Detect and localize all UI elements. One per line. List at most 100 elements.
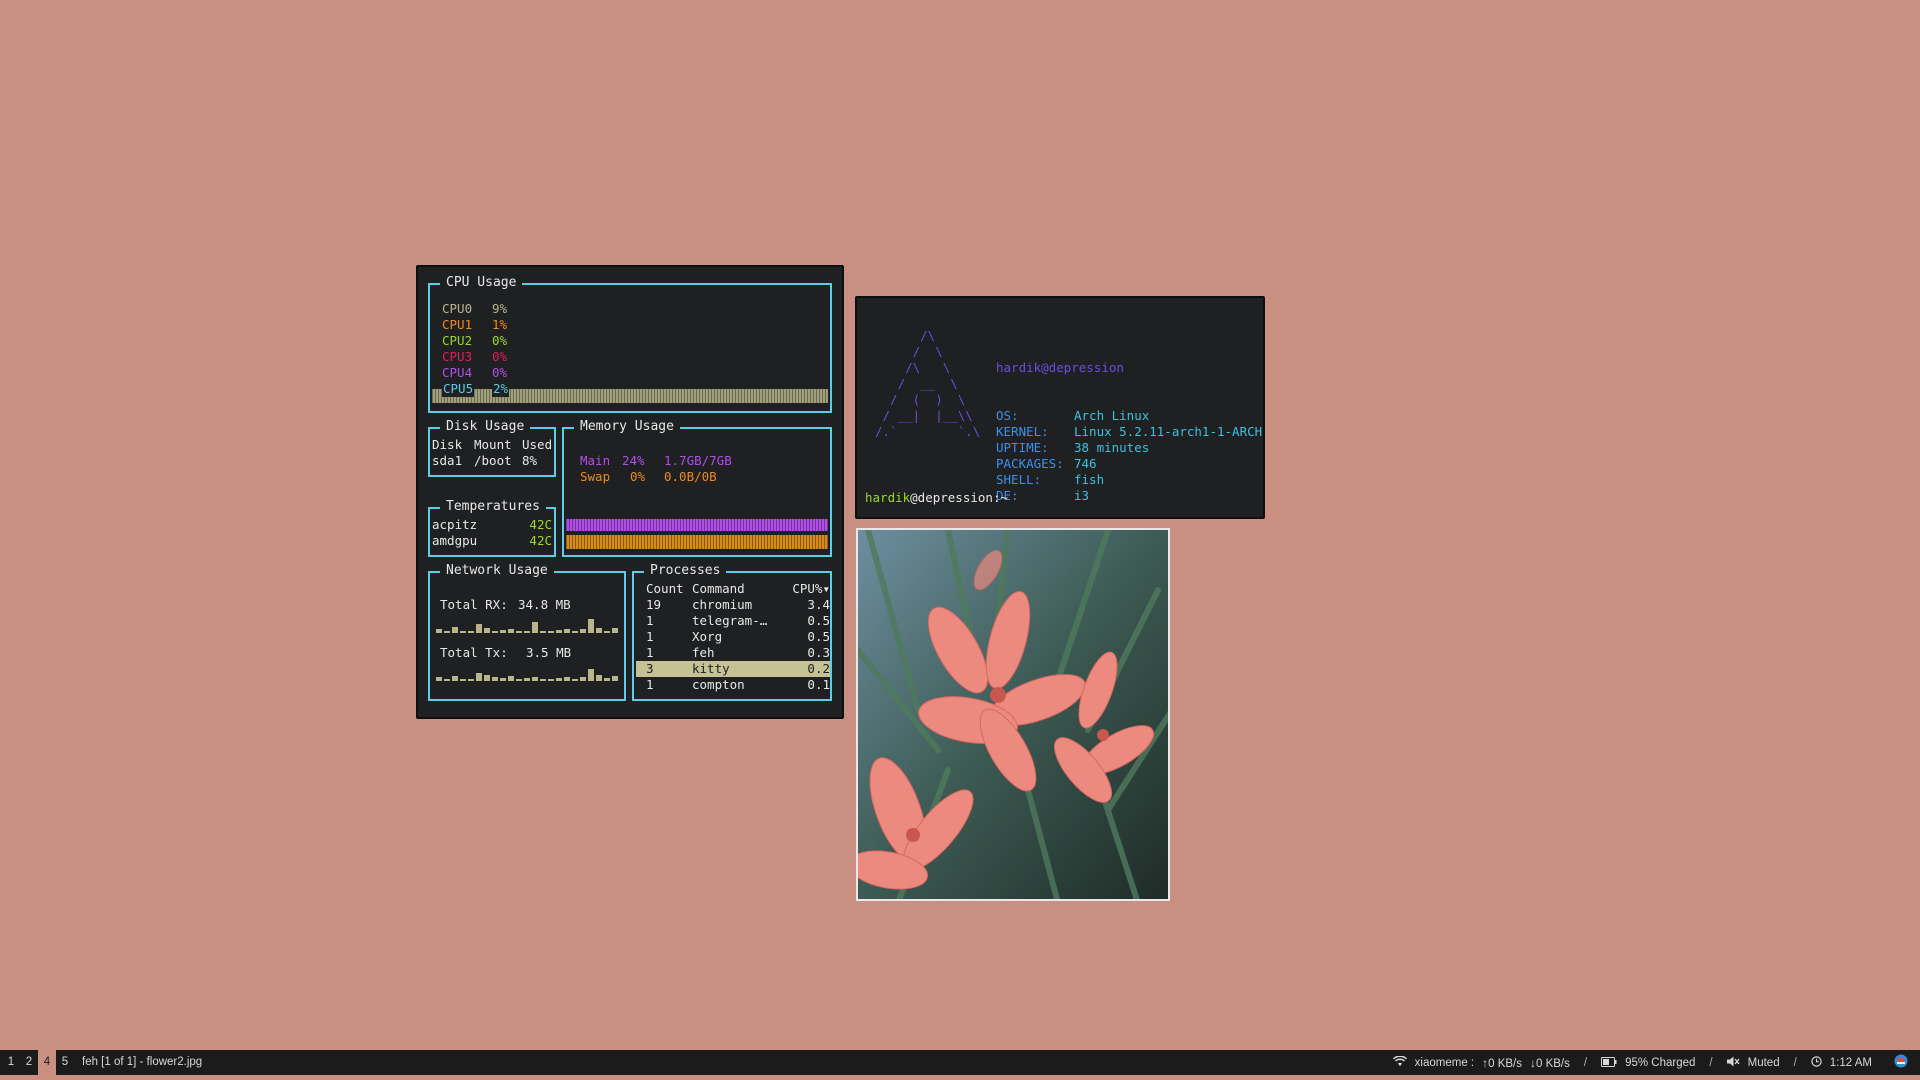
sparkline-bar xyxy=(516,631,522,633)
workspace-2[interactable]: 2 xyxy=(20,1050,38,1075)
neofetch-key: KERNEL: xyxy=(996,424,1049,439)
cpu-core-value: 2% xyxy=(492,381,510,397)
sparkline-bar xyxy=(452,676,458,681)
separator: / xyxy=(1793,1056,1797,1069)
cpu-core-value: 9% xyxy=(492,301,508,316)
sparkline-bar xyxy=(444,679,450,681)
process-count: 1 xyxy=(646,677,654,692)
tray-app-icon[interactable] xyxy=(1894,1054,1908,1071)
network-tx-sparkline xyxy=(436,663,618,681)
memory-main-amount: 1.7GB/7GB xyxy=(664,453,732,468)
cpu-core-value: 0% xyxy=(492,349,508,364)
network-rx-value: 34.8 MB xyxy=(518,597,571,612)
neofetch-info-row: DE: i3 xyxy=(996,488,1262,504)
sparkline-bar xyxy=(500,630,506,633)
upload-speed-value: 0 KB/s xyxy=(1488,1057,1522,1070)
workspace-1[interactable]: 1 xyxy=(2,1050,20,1075)
disk-usage-title: Disk Usage xyxy=(440,419,531,435)
disk-header-mount: Mount xyxy=(474,437,512,452)
volume-muted-icon xyxy=(1726,1056,1740,1070)
process-row[interactable]: 1 telegram-… 0.5 xyxy=(636,613,830,629)
cpu-usage-title: CPU Usage xyxy=(440,275,523,291)
volume-status[interactable]: Muted xyxy=(1748,1057,1780,1069)
memory-main-label: Main xyxy=(580,453,611,468)
disk-row-used: 8% xyxy=(522,453,538,468)
neofetch-info-row: OS: Arch Linux xyxy=(996,408,1262,424)
neofetch-info: hardik@depression OS: Arch Linux KERNEL: Li… xyxy=(996,328,1262,536)
network-usage-title: Network Usage xyxy=(440,563,554,579)
process-cpu: 0.5 xyxy=(807,613,830,628)
process-cpu: 0.3 xyxy=(807,645,830,660)
sparkline-bar xyxy=(540,631,546,633)
sparkline-bar xyxy=(572,631,578,633)
cpu-core-label: CPU1 xyxy=(442,317,473,332)
sparkline-bar xyxy=(532,622,538,633)
neofetch-value: i3 xyxy=(1074,488,1090,503)
memory-usage-title: Memory Usage xyxy=(574,419,680,435)
flower-photo xyxy=(858,530,1168,899)
process-table[interactable]: Count Command CPU%▾ 19 chromium 3.4 1 telegr… xyxy=(636,581,830,693)
processes-panel: Processes Count Command CPU%▾ 19 chromium… xyxy=(632,563,832,701)
disk-header-used: Used xyxy=(522,437,553,452)
wifi-name[interactable]: xiaomeme : xyxy=(1415,1057,1474,1069)
cpu-core-label: CPU0 xyxy=(442,301,473,316)
process-count: 1 xyxy=(646,629,654,644)
sparkline-bar xyxy=(596,628,602,633)
sparkline-bar xyxy=(444,631,450,633)
process-row[interactable]: 1 compton 0.1 xyxy=(636,677,830,693)
memory-main-percent: 24% xyxy=(622,453,645,468)
battery-status[interactable]: 95% Charged xyxy=(1625,1057,1695,1069)
network-tx-value: 3.5 MB xyxy=(526,645,572,660)
neofetch-value: 38 minutes xyxy=(1074,440,1150,455)
process-command: compton xyxy=(692,677,745,692)
sparkline-bar xyxy=(460,679,466,681)
sparkline-bar xyxy=(604,678,610,681)
sparkline-bar xyxy=(556,678,562,681)
sparkline-bar xyxy=(612,676,618,681)
status-bar: 1 2 4 5 feh [1 of 1] - flower2.jpg xiaom… xyxy=(0,1050,1920,1075)
workspace-5[interactable]: 5 xyxy=(56,1050,74,1075)
process-row[interactable]: 3 kitty 0.2 xyxy=(636,661,830,677)
feh-image-window[interactable] xyxy=(856,528,1170,901)
process-count: 1 xyxy=(646,645,654,660)
disk-row-name: sda1 xyxy=(432,453,463,468)
sparkline-bar xyxy=(500,678,506,681)
temperatures-title: Temperatures xyxy=(440,499,546,515)
process-cpu: 0.2 xyxy=(783,661,830,677)
sparkline-bar xyxy=(492,677,498,681)
gotop-window[interactable]: CPU Usage CPU0 9% CPU1 1% CPU2 0% CPU3 0% CPU4 0%… xyxy=(416,265,844,719)
process-row[interactable]: 19 chromium 3.4 xyxy=(636,597,830,613)
cpu-core-label: CPU2 xyxy=(442,333,473,348)
cpu-core-label: CPU3 xyxy=(442,349,473,364)
neofetch-info-row: PACKAGES: 746 xyxy=(996,456,1262,472)
temp-name: amdgpu xyxy=(432,533,478,548)
sparkline-bar xyxy=(556,630,562,633)
sparkline-bar xyxy=(508,676,514,681)
neofetch-info-row: SHELL: fish xyxy=(996,472,1262,488)
sparkline-bar xyxy=(516,679,522,681)
process-row[interactable]: 1 Xorg 0.5 xyxy=(636,629,830,645)
process-count: 1 xyxy=(646,613,654,628)
process-row[interactable]: 1 feh 0.3 xyxy=(636,645,830,661)
sparkline-bar xyxy=(524,631,530,633)
download-speed-value: 0 KB/s xyxy=(1536,1057,1570,1070)
cpu-core-label: CPU5 xyxy=(442,381,475,397)
neofetch-key: OS: xyxy=(996,408,1019,423)
sparkline-bar xyxy=(460,631,466,633)
separator: / xyxy=(1583,1056,1588,1069)
terminal-window[interactable]: /\ / \ /\ \ / __ \ / ( ) \ / __| |__\\ /… xyxy=(855,296,1265,553)
sparkline-bar xyxy=(484,628,490,633)
arch-logo-ascii: /\ / \ /\ \ / __ \ / ( ) \ / __| |__\\ /… xyxy=(875,328,981,439)
col-cpu[interactable]: CPU%▾ xyxy=(784,581,830,597)
process-cpu: 0.1 xyxy=(807,677,830,692)
sparkline-bar xyxy=(580,629,586,633)
neofetch-value: Linux 5.2.11-arch1-1-ARCH xyxy=(1074,424,1263,439)
col-command[interactable]: Command xyxy=(692,581,784,597)
upload-speed: ↑0 KB/s xyxy=(1482,1056,1522,1070)
workspace-4[interactable]: 4 xyxy=(38,1050,56,1075)
col-count[interactable]: Count xyxy=(636,581,692,597)
clock-time[interactable]: 1:12 AM xyxy=(1830,1057,1872,1069)
process-cpu: 3.4 xyxy=(807,597,830,612)
temp-value: 42C xyxy=(529,533,552,548)
focused-window-title: feh [1 of 1] - flower2.jpg xyxy=(82,1056,203,1068)
